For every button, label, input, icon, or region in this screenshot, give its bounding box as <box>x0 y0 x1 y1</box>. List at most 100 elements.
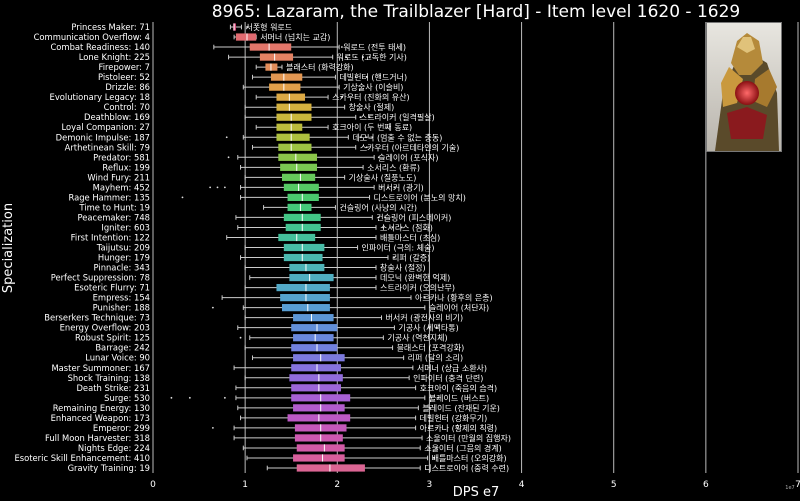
annotation-label: 슬레이어 (처단자) <box>429 303 489 313</box>
box <box>291 344 338 352</box>
annotation-label: 데모닉 (멈출 수 없는 충동) <box>352 132 442 142</box>
x-tick-label: 4 <box>519 480 525 490</box>
box <box>293 334 334 342</box>
outlier-point <box>216 186 219 189</box>
outlier-point <box>223 186 226 189</box>
box-group: 기공사 (세맥타통) <box>237 323 459 333</box>
y-tick-label: Master Summoner: 167 <box>51 363 150 373</box>
box-group: 소서리스 (환류) <box>240 162 420 172</box>
annotation-label: 서머너 (상급 소환사) <box>417 363 487 373</box>
annotation-label: 블래스터 (포격강화) <box>397 343 465 353</box>
x-tick-label: 5 <box>611 480 617 490</box>
y-tick-label: Death Strike: 231 <box>76 383 150 393</box>
x-tick-label: 3 <box>427 480 433 490</box>
box-group: 배틀마스터 (초심) <box>226 232 440 242</box>
box-group: 아르카나 (황제의 칙령) <box>211 423 498 433</box>
box-group: 버서커 (광기) <box>209 182 424 192</box>
box <box>269 83 301 91</box>
y-tick-label: Punisher: 188 <box>93 303 150 313</box>
box-group: 워로드 (전투 태세) <box>213 42 406 52</box>
y-tick-label: Berserkers Technique: 73 <box>44 313 150 323</box>
box-group: 리퍼 (갈증) <box>240 254 430 263</box>
x-tick-label: 1 <box>242 480 248 490</box>
box-group: 소울이터 (만월의 집행자) <box>233 433 511 443</box>
y-tick-label: Enhanced Weapon: 173 <box>51 413 150 423</box>
annotation-label: 데모닉 (완벽한 억제) <box>380 273 450 283</box>
annotation-label: 창술사 (절제) <box>349 102 395 112</box>
annotation-label: 인파이터 (충격 단련) <box>413 373 483 383</box>
y-tick-label: Pistoleer: 52 <box>98 72 150 82</box>
annotation-label: 배틀마스터 (오의강화) <box>432 453 507 463</box>
y-tick-label: Mayhem: 452 <box>93 182 150 192</box>
annotation-label: 기상술사 (질풍노도) <box>349 172 417 182</box>
box-group: 블래스터 (포격강화) <box>244 343 465 353</box>
y-tick-label: First Intention: 122 <box>71 232 150 242</box>
annotation-label: 아르카나 (황후의 은총) <box>415 293 493 303</box>
box <box>249 43 292 51</box>
box-group: 소울이터 (그믐의 경계) <box>242 443 502 453</box>
y-tick-label: Deathblow: 169 <box>84 112 150 122</box>
y-tick-label: Time to Hunt: 19 <box>78 202 150 212</box>
y-tick-label: Pinnacle: 343 <box>94 263 151 273</box>
annotation-label: 슬레이어 (포식자) <box>378 152 438 162</box>
annotation-label: 리퍼 (갈증) <box>392 254 430 263</box>
box-group: 기상술사 (질풍노도) <box>244 172 417 182</box>
y-tick-label: Control: 70 <box>104 102 150 112</box>
annotation-label: 아르카나 (황제의 칙령) <box>420 423 498 433</box>
box <box>278 153 318 161</box>
box-group: 블레이드 (버스트) <box>170 393 489 403</box>
y-tick-label: Hunger: 179 <box>98 253 150 263</box>
outlier-point <box>225 136 228 139</box>
outlier-point <box>170 396 173 399</box>
y-tick-label: Rage Hammer: 135 <box>68 192 150 202</box>
annotation-label: 기공사 (역천지체) <box>387 333 447 343</box>
box <box>270 73 303 81</box>
y-tick-label: Gravity Training: 19 <box>68 463 150 473</box>
x-tick-label: 2 <box>334 480 340 490</box>
box <box>291 324 338 332</box>
outlier-point <box>181 196 184 199</box>
annotation-label: 디스트로이어 (분노의 망치) <box>374 192 466 202</box>
box-group: 서머너 (넘치는 교감) <box>233 32 330 42</box>
box-group: 인파이터 (극의: 체술) <box>244 243 434 253</box>
box <box>282 304 330 312</box>
annotation-label: 데빌헌터 (핸드거너) <box>339 72 407 82</box>
box-group: 소서리스 (점화) <box>237 222 433 232</box>
y-tick-label: Communication Overflow: 4 <box>34 32 150 42</box>
outlier-point <box>239 336 242 339</box>
annotation-label: 스트라이커 (오의난무) <box>380 283 455 293</box>
box <box>259 53 294 61</box>
annotation-label: 건슬링어 (피스메이커) <box>376 212 451 222</box>
box-group: 호크아이 (죽음의 습격) <box>235 383 497 393</box>
box-group: 서머너 (상급 소환사) <box>233 363 487 373</box>
box-group: 워로드 (고독한 기사) <box>228 53 407 62</box>
annotation-label: 블레이드 (잔재된 기운) <box>422 403 500 413</box>
y-tick-label: Esoteric Flurry: 71 <box>74 283 150 293</box>
box <box>293 314 334 322</box>
annotation-label: 블래스터 (화력강화) <box>286 62 354 72</box>
y-tick-label: Lunar Voice: 90 <box>85 353 150 363</box>
box-group: 호크아이 (두 번째 동료) <box>255 122 412 132</box>
annotation-label: 워로드 (고독한 기사) <box>337 53 407 62</box>
annotation-label: 호크아이 (두 번째 동료) <box>332 122 412 132</box>
y-tick-label: Full Moon Harvester: 318 <box>45 433 150 443</box>
y-tick-label: Shock Training: 138 <box>68 373 150 383</box>
annotation-label: 서머너 (넘치는 교감) <box>260 32 330 42</box>
box-group: 서폿형 워로드 <box>229 23 292 32</box>
annotation-label: 배틀마스터 (초심) <box>380 232 440 242</box>
box <box>276 123 303 131</box>
box-group: 블레이드 (잔재된 기운) <box>237 403 500 413</box>
y-tick-label: Emperor: 299 <box>93 423 150 433</box>
outlier-point <box>211 427 214 429</box>
y-tick-label: Evolutionary Legacy: 18 <box>50 92 150 102</box>
box <box>287 203 312 212</box>
y-tick-label: Empress: 154 <box>93 293 150 303</box>
box <box>283 243 325 252</box>
box <box>289 273 334 282</box>
annotation-label: 블레이드 (버스트) <box>429 393 489 403</box>
y-tick-label: Igniter: 603 <box>101 222 150 232</box>
y-tick-label: Demonic Impulse: 187 <box>56 132 150 142</box>
annotation-label: 서폿형 워로드 <box>245 23 292 32</box>
y-tick-label: Surge: 530 <box>104 393 150 403</box>
annotation-label: 소서리스 (환류) <box>367 162 420 172</box>
